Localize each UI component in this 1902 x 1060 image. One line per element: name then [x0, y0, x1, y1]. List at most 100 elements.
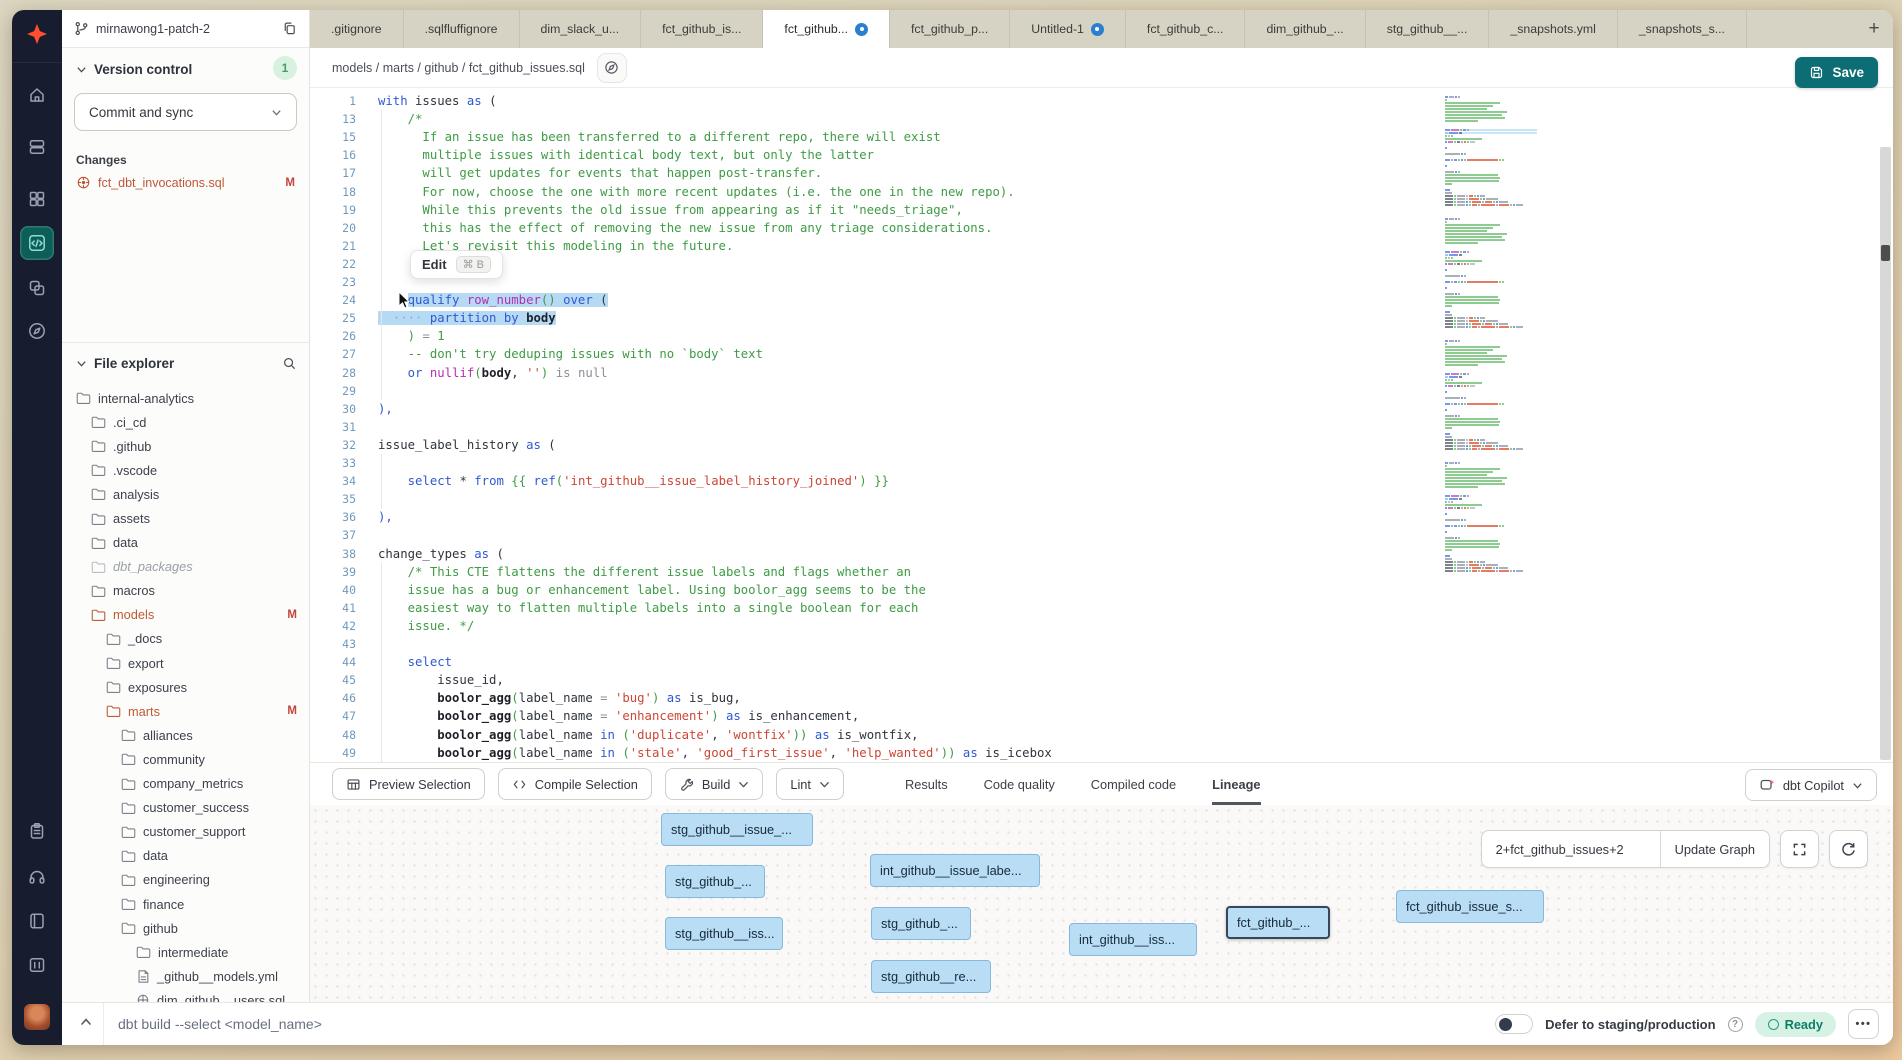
explore-compass-icon[interactable]	[20, 314, 54, 348]
docs-book-icon[interactable]	[20, 904, 54, 938]
tree-item-export[interactable]: export	[62, 651, 309, 675]
code-line-37[interactable]: 37	[310, 526, 1783, 544]
tree-item-exposures[interactable]: exposures	[62, 675, 309, 699]
code-line-19[interactable]: 19 While this prevents the old issue fro…	[310, 201, 1783, 219]
panel-tab-lineage[interactable]: Lineage	[1212, 763, 1260, 805]
develop-ide-icon[interactable]	[20, 226, 54, 260]
lineage-node-stg_github_[interactable]: stg_github_...	[665, 865, 765, 898]
editor-tab-fct_github_is...[interactable]: fct_github_is...	[641, 10, 763, 48]
code-line-45[interactable]: 45 issue_id,	[310, 671, 1783, 689]
scrollbar-thumb[interactable]	[1881, 245, 1890, 261]
edit-tooltip[interactable]: Edit ⌘ B	[410, 250, 503, 279]
code-line-18[interactable]: 18 For now, choose the one with more rec…	[310, 183, 1783, 201]
code-line-42[interactable]: 42 issue. */	[310, 617, 1783, 635]
compare-icon[interactable]	[20, 271, 54, 305]
new-tab-button[interactable]: +	[1855, 10, 1893, 48]
copy-icon[interactable]	[282, 21, 297, 36]
editor-tab-dim_slack_u...[interactable]: dim_slack_u...	[520, 10, 642, 48]
support-headset-icon[interactable]	[20, 860, 54, 894]
file-explorer-header[interactable]: File explorer	[62, 356, 309, 371]
code-line-48[interactable]: 48 boolor_agg(label_name in ('duplicate'…	[310, 726, 1783, 744]
tree-item-marts[interactable]: martsM	[62, 699, 309, 723]
environments-icon[interactable]	[20, 130, 54, 164]
lineage-node-fct_github_issue_s[interactable]: fct_github_issue_s...	[1396, 890, 1544, 923]
code-line-27[interactable]: 27 -- don't try deduping issues with no …	[310, 345, 1783, 363]
tree-item-macros[interactable]: macros	[62, 579, 309, 603]
code-line-33[interactable]: 33	[310, 454, 1783, 472]
fullscreen-button[interactable]	[1780, 830, 1819, 868]
tree-item-analysis[interactable]: analysis	[62, 482, 309, 506]
editor-tab-Untitled-1[interactable]: Untitled-1	[1010, 10, 1126, 48]
minimap[interactable]	[1445, 96, 1537, 656]
editor-scrollbar[interactable]	[1880, 147, 1891, 760]
command-input[interactable]	[118, 1003, 758, 1045]
lineage-node-stg_github__issue_[interactable]: stg_github__issue_...	[661, 813, 813, 846]
code-line-44[interactable]: 44 select	[310, 653, 1783, 671]
code-line-49[interactable]: 49 boolor_agg(label_name in ('stale', 'g…	[310, 744, 1783, 762]
editor-tab-stg_github__...[interactable]: stg_github__...	[1366, 10, 1490, 48]
code-line-40[interactable]: 40 issue has a bug or enhancement label.…	[310, 581, 1783, 599]
tree-item-.vscode[interactable]: .vscode	[62, 458, 309, 482]
code-line-29[interactable]: 29	[310, 382, 1783, 400]
dbt-logo[interactable]	[20, 17, 54, 51]
code-line-17[interactable]: 17 will get updates for events that happ…	[310, 164, 1783, 182]
tree-item-company_metrics[interactable]: company_metrics	[62, 772, 309, 796]
lineage-selector-input[interactable]	[1482, 831, 1660, 867]
code-line-34[interactable]: 34 select * from {{ ref('int_github__iss…	[310, 472, 1783, 490]
refresh-button[interactable]	[1829, 830, 1868, 868]
more-options-button[interactable]: •••	[1848, 1009, 1879, 1039]
code-line-31[interactable]: 31	[310, 418, 1783, 436]
code-line-32[interactable]: 32issue_label_history as (	[310, 436, 1783, 454]
lineage-node-stg_github__iss[interactable]: stg_github__iss...	[665, 917, 783, 950]
tree-item-customer_support[interactable]: customer_support	[62, 820, 309, 844]
lineage-node-stg_github_[interactable]: stg_github_...	[871, 907, 971, 940]
search-icon[interactable]	[282, 356, 297, 371]
editor-tab-_snapshots.yml[interactable]: _snapshots.yml	[1489, 10, 1617, 48]
tree-item-data[interactable]: data	[62, 844, 309, 868]
editor-tab-.sqlfluffignore[interactable]: .sqlfluffignore	[404, 10, 520, 48]
code-line-13[interactable]: 13 /*	[310, 110, 1783, 128]
dashboard-icon[interactable]	[20, 182, 54, 216]
commit-and-sync-button[interactable]: Commit and sync	[74, 93, 297, 131]
dbt-copilot-button[interactable]: dbt Copilot	[1745, 769, 1877, 801]
tree-item-data[interactable]: data	[62, 531, 309, 555]
panel-tab-compiled-code[interactable]: Compiled code	[1091, 763, 1176, 805]
tree-item-customer_success[interactable]: customer_success	[62, 796, 309, 820]
save-button[interactable]: Save	[1795, 57, 1878, 88]
code-line-43[interactable]: 43	[310, 635, 1783, 653]
code-editor[interactable]: 1with issues as (13 /*15 If an issue has…	[310, 88, 1893, 762]
status-ready-badge[interactable]: Ready	[1755, 1012, 1836, 1037]
code-line-1[interactable]: 1with issues as (	[310, 92, 1783, 110]
help-icon[interactable]: ?	[1728, 1017, 1743, 1032]
code-line-39[interactable]: 39 /* This CTE flattens the different is…	[310, 563, 1783, 581]
changed-file-row[interactable]: fct_dbt_invocations.sql M	[76, 175, 295, 190]
tree-item-_docs[interactable]: _docs	[62, 627, 309, 651]
clipboard-icon[interactable]	[20, 814, 54, 848]
code-line-24[interactable]: 24 qualify row_number() over (	[310, 291, 1783, 309]
tree-item-dim_github__users.sql[interactable]: dim_github__users.sql	[62, 988, 309, 1002]
lineage-node-fct_github_[interactable]: fct_github_...	[1226, 906, 1330, 939]
editor-tab-_snapshots_s...[interactable]: _snapshots_s...	[1618, 10, 1747, 48]
code-line-23[interactable]: 23	[310, 273, 1783, 291]
tree-item-_github__models.yml[interactable]: _github__models.yml	[62, 964, 309, 988]
code-line-35[interactable]: 35	[310, 490, 1783, 508]
code-line-15[interactable]: 15 If an issue has been transferred to a…	[310, 128, 1783, 146]
preview-selection-button[interactable]: Preview Selection	[332, 768, 485, 800]
lineage-node-stg_github__re[interactable]: stg_github__re...	[871, 960, 991, 993]
panel-tab-results[interactable]: Results	[905, 763, 948, 805]
editor-tab-.gitignore[interactable]: .gitignore	[310, 10, 404, 48]
home-icon[interactable]	[20, 78, 54, 112]
update-graph-button[interactable]: Update Graph	[1660, 831, 1769, 867]
tree-item-engineering[interactable]: engineering	[62, 868, 309, 892]
lineage-panel[interactable]: stg_github__issue_... stg_github_... stg_g…	[310, 805, 1893, 1002]
code-line-28[interactable]: 28 or nullif(body, '') is null	[310, 364, 1783, 382]
tree-item-.github[interactable]: .github	[62, 434, 309, 458]
code-line-25[interactable]: 25 ···· partition by body	[310, 309, 1783, 327]
code-line-46[interactable]: 46 boolor_agg(label_name = 'bug') as is_…	[310, 689, 1783, 707]
editor-tab-fct_github_c...[interactable]: fct_github_c...	[1126, 10, 1246, 48]
build-button[interactable]: Build	[665, 768, 763, 800]
tree-item-dbt_packages[interactable]: dbt_packages	[62, 555, 309, 579]
code-line-30[interactable]: 30),	[310, 400, 1783, 418]
editor-tab-fct_github...[interactable]: fct_github...	[763, 10, 890, 48]
code-line-16[interactable]: 16 multiple issues with identical body t…	[310, 146, 1783, 164]
